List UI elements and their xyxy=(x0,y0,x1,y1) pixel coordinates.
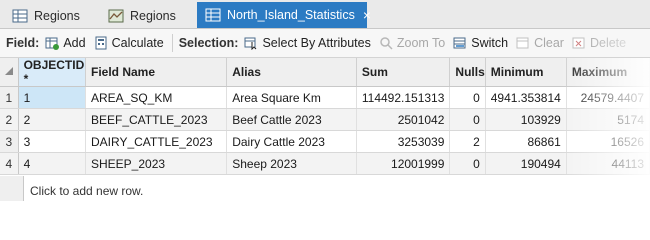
clear-icon xyxy=(516,36,530,50)
cell-maximum[interactable]: 5174 xyxy=(566,108,650,131)
row-header[interactable]: 3 xyxy=(0,130,19,153)
cell-minimum[interactable]: 4941.353814 xyxy=(485,86,567,109)
select-by-attributes-icon xyxy=(244,36,258,51)
zoom-to-button[interactable]: Zoom To xyxy=(379,36,445,50)
column-header-minimum[interactable]: Minimum xyxy=(485,58,567,87)
column-header-maximum[interactable]: Maximum xyxy=(566,58,650,87)
tab-label: North_Island_Statistics xyxy=(227,8,355,22)
cell-alias[interactable]: Area Square Km xyxy=(226,86,357,109)
row-header[interactable]: 4 xyxy=(0,152,19,175)
toolbar-divider xyxy=(171,34,173,52)
cell-nulls[interactable]: 0 xyxy=(449,108,486,131)
column-header-objectid[interactable]: OBJECTID * xyxy=(18,58,86,87)
cell-maximum[interactable]: 24579.4407 xyxy=(566,86,650,109)
table-row[interactable]: 4 4 SHEEP_2023 Sheep 2023 12001999 0 190… xyxy=(0,152,650,175)
column-header-sum[interactable]: Sum xyxy=(356,58,451,87)
column-header-alias[interactable]: Alias xyxy=(226,58,357,87)
tab-regions-map[interactable]: Regions xyxy=(100,3,195,28)
switch-selection-button[interactable]: Switch xyxy=(453,36,508,50)
close-icon[interactable]: × xyxy=(363,7,371,23)
select-by-attributes-button[interactable]: Select By Attributes xyxy=(244,36,371,51)
cell-field-name[interactable]: SHEEP_2023 xyxy=(85,152,228,175)
cell-minimum[interactable]: 103929 xyxy=(485,108,567,131)
clear-selection-button[interactable]: Clear xyxy=(516,36,564,50)
cell-alias[interactable]: Dairy Cattle 2023 xyxy=(226,130,357,153)
table-row[interactable]: 1 1 AREA_SQ_KM Area Square Km 114492.151… xyxy=(0,86,650,109)
cell-nulls[interactable]: 2 xyxy=(449,130,486,153)
calculator-icon xyxy=(94,36,108,50)
cell-field-name[interactable]: BEEF_CATTLE_2023 xyxy=(85,108,228,131)
table-row[interactable]: 2 2 BEEF_CATTLE_2023 Beef Cattle 2023 25… xyxy=(0,108,650,131)
cell-sum[interactable]: 12001999 xyxy=(356,152,451,175)
table-icon xyxy=(12,9,28,23)
calculate-button[interactable]: Calculate xyxy=(94,36,164,50)
row-header[interactable]: 1 xyxy=(0,86,19,109)
switch-icon xyxy=(453,36,467,50)
cell-nulls[interactable]: 0 xyxy=(449,152,486,175)
delete-icon xyxy=(572,36,586,50)
cell-minimum[interactable]: 190494 xyxy=(485,152,567,175)
tab-label: Regions xyxy=(34,8,80,23)
cell-objectid[interactable]: 4 xyxy=(18,152,86,175)
column-header-field-name[interactable]: Field Name xyxy=(85,58,228,87)
add-field-icon xyxy=(45,36,60,50)
cell-maximum[interactable]: 16526 xyxy=(566,130,650,153)
row-header[interactable]: 2 xyxy=(0,108,19,131)
cell-sum[interactable]: 2501042 xyxy=(356,108,451,131)
cell-field-name[interactable]: AREA_SQ_KM xyxy=(85,86,228,109)
cell-alias[interactable]: Beef Cattle 2023 xyxy=(226,108,357,131)
map-icon xyxy=(108,9,124,23)
select-all-corner[interactable] xyxy=(0,58,19,87)
cell-objectid[interactable]: 2 xyxy=(18,108,86,131)
cell-nulls[interactable]: 0 xyxy=(449,86,486,109)
tab-regions-table[interactable]: Regions xyxy=(4,3,99,28)
attribute-table: OBJECTID * Field Name Alias Sum Nulls Mi… xyxy=(0,58,650,201)
cell-alias[interactable]: Sheep 2023 xyxy=(226,152,357,175)
cell-objectid[interactable]: 1 xyxy=(18,86,86,109)
zoom-to-icon xyxy=(379,36,393,50)
tab-north-island-statistics[interactable]: North_Island_Statistics × xyxy=(197,2,371,28)
cell-sum[interactable]: 3253039 xyxy=(356,130,451,153)
delete-button[interactable]: Delete xyxy=(572,36,626,50)
add-field-button[interactable]: Add xyxy=(45,36,86,50)
field-label: Field: xyxy=(6,36,40,50)
tab-bar: Regions Regions North_Island_Statistics … xyxy=(0,0,650,29)
cell-sum[interactable]: 114492.151313 xyxy=(356,86,451,109)
cell-minimum[interactable]: 86861 xyxy=(485,130,567,153)
selection-label: Selection: xyxy=(178,36,239,50)
table-row[interactable]: 3 3 DAIRY_CATTLE_2023 Dairy Cattle 2023 … xyxy=(0,130,650,153)
cell-objectid[interactable]: 3 xyxy=(18,130,86,153)
tab-label: Regions xyxy=(130,8,176,23)
table-toolbar: Field: Add Calculate Selection: Select B… xyxy=(0,29,650,58)
column-header-nulls[interactable]: Nulls xyxy=(449,58,486,87)
add-row-header xyxy=(0,176,24,201)
cell-field-name[interactable]: DAIRY_CATTLE_2023 xyxy=(85,130,228,153)
table-icon xyxy=(205,8,221,22)
add-new-row[interactable]: Click to add new row. xyxy=(24,180,143,202)
cell-maximum[interactable]: 44113 xyxy=(566,152,650,175)
